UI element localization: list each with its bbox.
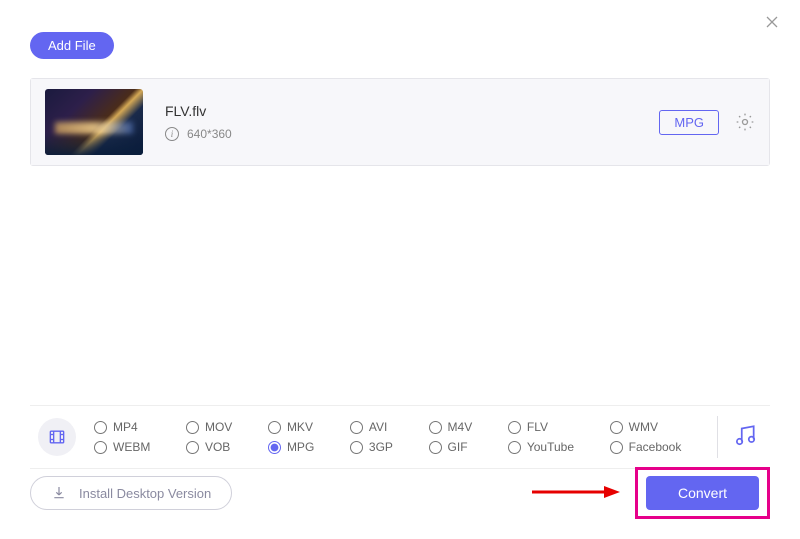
- format-option-mov[interactable]: MOV: [186, 420, 264, 434]
- gear-icon[interactable]: [735, 112, 755, 132]
- convert-button[interactable]: Convert: [646, 476, 759, 510]
- format-label: MOV: [205, 420, 232, 434]
- format-option-3gp[interactable]: 3GP: [350, 440, 425, 454]
- format-option-webm[interactable]: WEBM: [94, 440, 182, 454]
- video-type-icon[interactable]: [38, 418, 76, 456]
- format-label: Facebook: [629, 440, 682, 454]
- output-format-badge[interactable]: MPG: [659, 110, 719, 135]
- close-icon[interactable]: [762, 12, 782, 37]
- format-label: AVI: [369, 420, 387, 434]
- bottom-bar: Install Desktop Version Convert: [30, 467, 770, 519]
- format-label: MP4: [113, 420, 138, 434]
- download-icon: [51, 485, 67, 501]
- format-label: WMV: [629, 420, 658, 434]
- format-option-youtube[interactable]: YouTube: [508, 440, 606, 454]
- info-icon: i: [165, 127, 179, 141]
- add-file-button[interactable]: Add File: [30, 32, 114, 59]
- format-label: WEBM: [113, 440, 150, 454]
- file-resolution: 640*360: [187, 127, 232, 141]
- convert-highlight: Convert: [635, 467, 770, 519]
- file-list: FLV.flv i 640*360 MPG: [30, 78, 770, 166]
- format-option-avi[interactable]: AVI: [350, 420, 425, 434]
- format-label: FLV: [527, 420, 548, 434]
- format-label: GIF: [448, 440, 468, 454]
- file-info: FLV.flv i 640*360: [165, 103, 659, 141]
- file-name: FLV.flv: [165, 103, 659, 119]
- install-desktop-button[interactable]: Install Desktop Version: [30, 476, 232, 510]
- divider: [717, 416, 718, 458]
- format-option-facebook[interactable]: Facebook: [610, 440, 713, 454]
- format-label: MKV: [287, 420, 313, 434]
- install-desktop-label: Install Desktop Version: [79, 486, 211, 501]
- music-icon[interactable]: [732, 422, 758, 453]
- format-label: YouTube: [527, 440, 574, 454]
- format-option-wmv[interactable]: WMV: [610, 420, 713, 434]
- format-bar: MP4 MOV MKV AVI M4V FLV WMV WEBM VOB MPG 3GP GIF You…: [30, 405, 770, 469]
- format-label: M4V: [448, 420, 473, 434]
- format-label: 3GP: [369, 440, 393, 454]
- format-option-vob[interactable]: VOB: [186, 440, 264, 454]
- format-option-mkv[interactable]: MKV: [268, 420, 346, 434]
- format-option-mp4[interactable]: MP4: [94, 420, 182, 434]
- video-thumbnail: [45, 89, 143, 155]
- file-row: FLV.flv i 640*360 MPG: [31, 79, 769, 165]
- format-label: VOB: [205, 440, 230, 454]
- format-option-gif[interactable]: GIF: [429, 440, 504, 454]
- format-grid: MP4 MOV MKV AVI M4V FLV WMV WEBM VOB MPG 3GP GIF You…: [94, 420, 713, 454]
- format-option-mpg[interactable]: MPG: [268, 440, 346, 454]
- format-option-m4v[interactable]: M4V: [429, 420, 504, 434]
- format-option-flv[interactable]: FLV: [508, 420, 606, 434]
- format-label: MPG: [287, 440, 314, 454]
